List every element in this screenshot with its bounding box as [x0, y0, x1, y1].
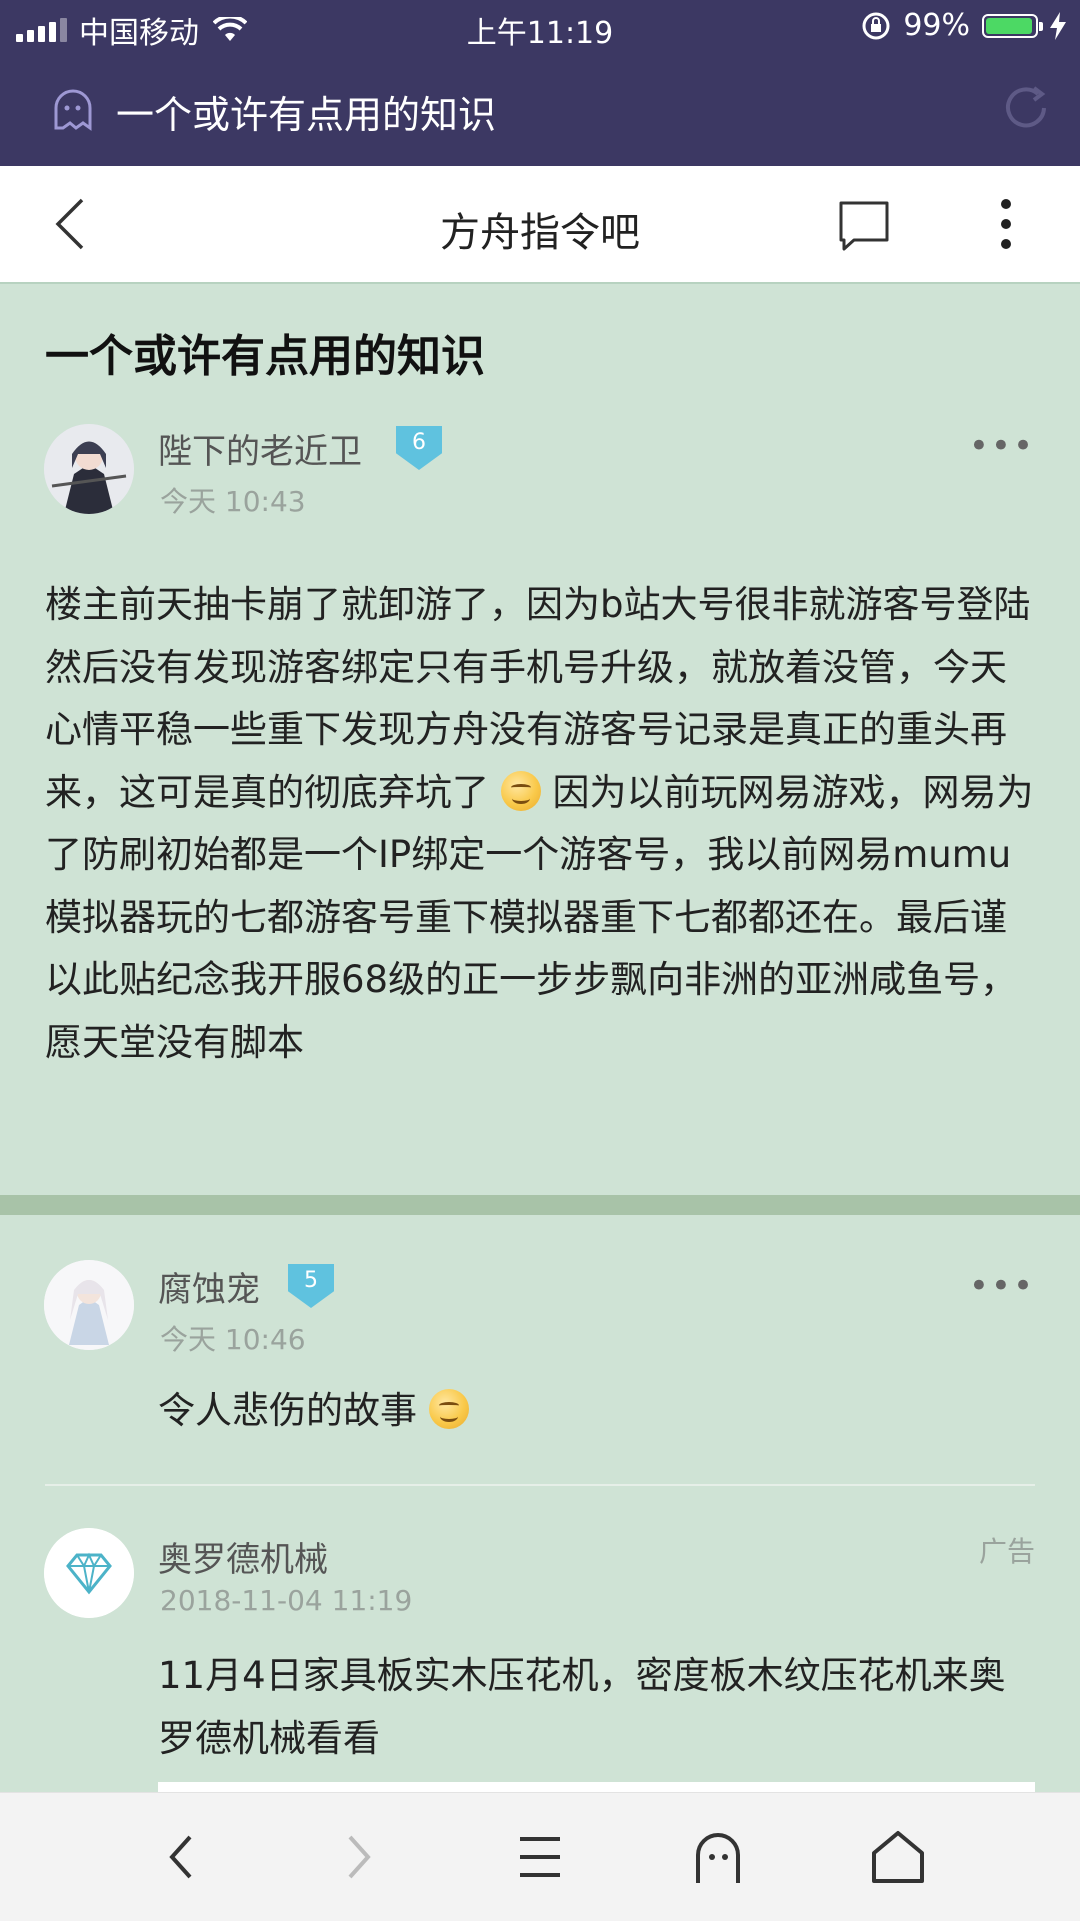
post-author-level-badge: 6 [396, 426, 442, 470]
post-body-text-2: 因为以前玩网易游戏，网易为了防刷初始都是一个IP绑定一个游客号，我以前网易mum… [45, 770, 1034, 1064]
nav-bar: 方舟指令吧 [0, 166, 1080, 284]
post-author-name[interactable]: 陛下的老近卫 [158, 424, 362, 473]
home-icon[interactable] [870, 1827, 926, 1887]
ad-text[interactable]: 11月4日家具板实木压花机，密度板木纹压花机来奥罗德机械看看 [158, 1644, 1038, 1770]
ad-time: 2018-11-04 11:19 [160, 1584, 413, 1617]
battery-icon [982, 13, 1043, 38]
reply-time: 今天 10:46 [160, 1323, 306, 1356]
reply-author-avatar[interactable] [44, 1260, 134, 1350]
menu-icon[interactable] [516, 1827, 564, 1887]
post-title: 一个或许有点用的知识 [45, 331, 485, 382]
refresh-icon[interactable] [1000, 82, 1052, 134]
browser-forward-icon[interactable] [340, 1827, 380, 1887]
status-bar: 中国移动 上午11:19 99% [0, 0, 1080, 54]
main-post: 一个或许有点用的知识 陛下的老近卫 6 今天 10:43 ••• 楼主前天抽卡崩… [0, 284, 1080, 1194]
rotation-lock-icon [862, 12, 890, 39]
nav-title: 方舟指令吧 [440, 210, 640, 256]
ad-avatar[interactable] [44, 1528, 134, 1618]
charging-icon [1050, 11, 1066, 40]
comment-icon[interactable] [838, 200, 890, 252]
status-right-group: 99% [861, 8, 1066, 43]
post-body: 楼主前天抽卡崩了就卸游了，因为b站大号很非就游客号登陆然后没有发现游客绑定只有手… [45, 574, 1035, 1074]
ghost-tab-icon[interactable] [692, 1827, 744, 1887]
smile-emoji-icon [500, 770, 541, 811]
post-time: 今天 10:43 [160, 485, 306, 518]
bottom-toolbar [0, 1792, 1080, 1921]
ad-tag: 广告 [978, 1535, 1035, 1568]
browser-back-icon[interactable] [160, 1827, 200, 1887]
reply-text-row: 令人悲伤的故事 [158, 1380, 469, 1434]
post-author-avatar[interactable] [44, 424, 134, 514]
section-separator [0, 1195, 1080, 1215]
post-more-icon[interactable]: ••• [969, 426, 1035, 466]
ghost-icon [54, 89, 92, 131]
reply-more-icon[interactable]: ••• [969, 1266, 1035, 1306]
reply-text: 令人悲伤的故事 [158, 1389, 417, 1432]
more-vertical-icon[interactable] [1000, 198, 1012, 250]
reply-author-level-badge: 5 [288, 1264, 334, 1308]
ad-author-name[interactable]: 奥罗德机械 [158, 1532, 328, 1581]
reply-divider [45, 1484, 1035, 1486]
reply-author-name[interactable]: 腐蚀宠 [158, 1262, 260, 1311]
smile-emoji-icon [428, 1389, 469, 1429]
app-bar-title: 一个或许有点用的知识 [116, 93, 497, 137]
app-bar: 一个或许有点用的知识 [0, 54, 1080, 166]
battery-percent: 99% [903, 8, 970, 43]
